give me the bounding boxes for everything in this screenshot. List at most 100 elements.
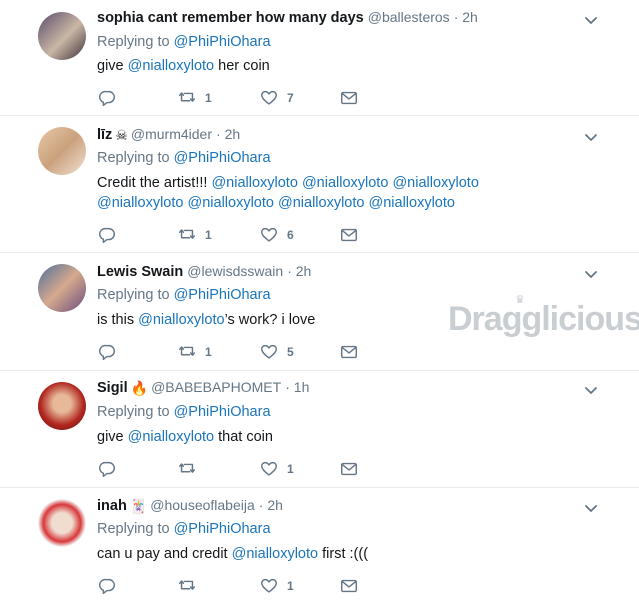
likes-count: 7 (287, 91, 294, 105)
user-handle[interactable]: @murm4ider (131, 126, 212, 142)
reply-button[interactable] (97, 576, 117, 596)
tweet-header: Sigil 🔥 @BABEBAPHOMET · 1h (97, 379, 309, 397)
mention-link[interactable]: @nialloxyloto (369, 195, 455, 211)
reply-icon (97, 225, 117, 245)
tweet-text: give @nialloxyloto her coin (97, 56, 567, 76)
tweet-divider (0, 370, 639, 371)
user-handle[interactable]: @lewisdsswain (187, 263, 283, 279)
reply-button[interactable] (97, 342, 117, 362)
retweet-button[interactable]: 1 (177, 342, 212, 362)
likes-count: 6 (287, 228, 294, 242)
tweet-text-segment: Credit the artist!!! (97, 175, 212, 191)
tweet-text-segment: give (97, 429, 128, 445)
reply-button[interactable] (97, 225, 117, 245)
tweet-text-segment: can u pay and credit (97, 546, 232, 562)
avatar[interactable] (38, 12, 86, 60)
display-name[interactable]: Lewis Swain (97, 264, 183, 280)
likes-count: 5 (287, 345, 294, 359)
timestamp[interactable]: · 2h (454, 9, 478, 25)
tweet-menu-chevron-down-icon[interactable] (582, 499, 600, 517)
replying-to-label: Replying to (97, 34, 170, 50)
tweet-text-segment: ’s work? i love (224, 312, 316, 328)
tweet-text-segment: her coin (214, 58, 270, 74)
replying-to-handle[interactable]: @PhiPhiOhara (174, 34, 271, 50)
user-handle[interactable]: @ballesteros (368, 9, 450, 25)
display-name[interactable]: inah (97, 498, 127, 514)
heart-icon (259, 576, 279, 596)
display-name[interactable]: līz (97, 127, 112, 143)
direct-message-button[interactable] (339, 225, 359, 245)
tweet-divider (0, 252, 639, 253)
direct-message-button[interactable] (339, 88, 359, 108)
mention-link[interactable]: @nialloxyloto (278, 195, 364, 211)
watermark-logo: Dragglicious (448, 300, 639, 338)
replying-to-label: Replying to (97, 287, 170, 303)
tweet-menu-chevron-down-icon[interactable] (582, 11, 600, 29)
replying-to-handle[interactable]: @PhiPhiOhara (174, 287, 271, 303)
tweet-actions: 16 (97, 225, 367, 245)
timestamp[interactable]: · 2h (259, 497, 283, 513)
replying-to-label: Replying to (97, 404, 170, 420)
tweet-header: Lewis Swain @lewisdsswain · 2h (97, 263, 311, 280)
like-button[interactable]: 5 (259, 342, 294, 362)
direct-message-button[interactable] (339, 576, 359, 596)
replying-to-label: Replying to (97, 150, 170, 166)
reply-icon (97, 576, 117, 596)
mention-link[interactable]: @nialloxyloto (392, 175, 478, 191)
user-handle[interactable]: @BABEBAPHOMET (151, 379, 281, 395)
avatar[interactable] (38, 499, 86, 547)
direct-message-button[interactable] (339, 459, 359, 479)
retweet-button[interactable] (177, 576, 205, 596)
avatar[interactable] (38, 127, 86, 175)
direct-message-button[interactable] (339, 342, 359, 362)
mention-link[interactable]: @nialloxyloto (232, 546, 318, 562)
like-button[interactable]: 7 (259, 88, 294, 108)
tweet-text-segment: give (97, 58, 128, 74)
mention-link[interactable]: @nialloxyloto (188, 195, 274, 211)
avatar[interactable] (38, 382, 86, 430)
retweet-button[interactable]: 1 (177, 225, 212, 245)
retweet-icon (177, 459, 197, 479)
reply-button[interactable] (97, 459, 117, 479)
retweet-button[interactable] (177, 459, 205, 479)
tweet-text: Credit the artist!!! @nialloxyloto @nial… (97, 173, 567, 213)
like-button[interactable]: 6 (259, 225, 294, 245)
tweet-divider (0, 115, 639, 116)
user-handle[interactable]: @houseoflabeija (150, 497, 255, 513)
mention-link[interactable]: @nialloxyloto (138, 312, 224, 328)
tweet-menu-chevron-down-icon[interactable] (582, 381, 600, 399)
timestamp[interactable]: · 1h (285, 379, 309, 395)
tweet-menu-chevron-down-icon[interactable] (582, 265, 600, 283)
tweet-text-segment: first :((( (318, 546, 369, 562)
mention-link[interactable]: @nialloxyloto (128, 429, 214, 445)
mention-link[interactable]: @nialloxyloto (211, 175, 297, 191)
reply-button[interactable] (97, 88, 117, 108)
reply-icon (97, 459, 117, 479)
timestamp[interactable]: · 2h (287, 263, 311, 279)
replying-to-line: Replying to @PhiPhiOhara (97, 287, 271, 303)
timestamp[interactable]: · 2h (216, 126, 240, 142)
tweet-header: līz ☠ @murm4ider · 2h (97, 126, 240, 144)
retweet-icon (177, 225, 197, 245)
tweet-actions: 1 (97, 576, 367, 596)
mention-link[interactable]: @nialloxyloto (302, 175, 388, 191)
tweet-menu-chevron-down-icon[interactable] (582, 128, 600, 146)
retweet-button[interactable]: 1 (177, 88, 212, 108)
retweet-icon (177, 88, 197, 108)
display-name[interactable]: sophia cant remember how many days (97, 10, 364, 26)
mention-link[interactable]: @nialloxyloto (128, 58, 214, 74)
tweet-actions: 15 (97, 342, 367, 362)
like-button[interactable]: 1 (259, 459, 294, 479)
like-button[interactable]: 1 (259, 576, 294, 596)
avatar[interactable] (38, 264, 86, 312)
display-name[interactable]: Sigil (97, 380, 128, 396)
replying-to-handle[interactable]: @PhiPhiOhara (174, 521, 271, 537)
retweets-count: 1 (205, 228, 212, 242)
replying-to-handle[interactable]: @PhiPhiOhara (174, 404, 271, 420)
heart-icon (259, 342, 279, 362)
replying-to-handle[interactable]: @PhiPhiOhara (174, 150, 271, 166)
mention-link[interactable]: @nialloxyloto (97, 195, 183, 211)
user-emoji-icon: 🃏 (129, 497, 148, 514)
crown-icon: ♛ (515, 294, 525, 306)
tweet-actions: 17 (97, 88, 367, 108)
